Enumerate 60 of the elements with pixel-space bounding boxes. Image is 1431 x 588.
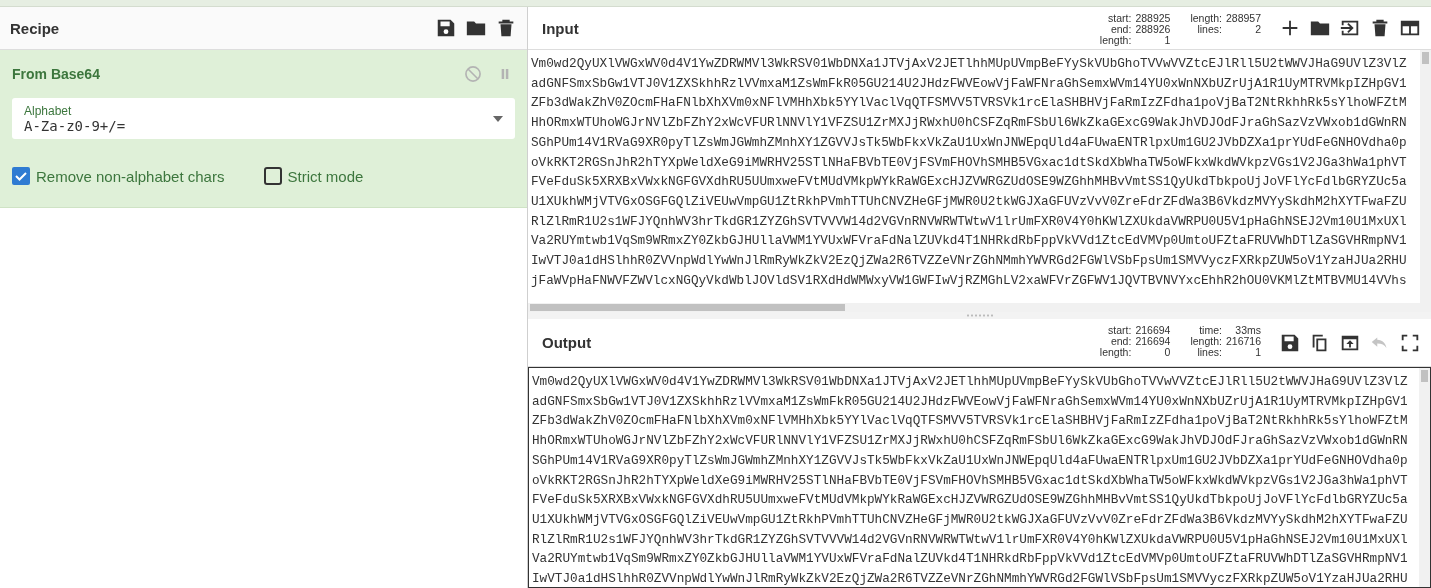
operation-title: From Base64 (12, 66, 100, 82)
stat-value: 33ms (1234, 325, 1261, 336)
text-line: jFaWVpHaFNWVFZWVlcxNGQyVkdWblJOVldSV1RXdHdWMWxyVW1GWFIwVjRZMGhLV2xaWFVrZGFWV1JQVTBVNVYxcEhhR2hOU0VKMlZtMTBVMU14VVhs (531, 271, 1408, 290)
stat-label: length: (1099, 347, 1132, 358)
text-line: HhORmxWTUhoWGJrNVlZbFZhY2xWcVFURlNNVlY1VFZSU1ZrMXJjRWxhU0hCSFZqRmFSbUl6WkZkaGExcG9WakJhVDJOdFJraGhSazVzVWxob1dGWnRN (532, 432, 1409, 451)
caret-icon (493, 116, 503, 122)
text-line: RlZlRmR1U2s1WFJYQnhWV3hrTkdGR1ZYZGhSVTVVVW14d2VGVnRNVWRWTWtwV1lrUmFXR0V4Y0hKWlZXUkdaVWRPU0U5V1pHaGhNSEJ2Vm10U1MxUXl (531, 212, 1408, 231)
save-icon[interactable] (435, 17, 457, 39)
stat-label: lines: (1197, 24, 1222, 35)
scrollbar[interactable] (1419, 368, 1430, 587)
text-line: ZFb3dWakZhV0ZOcmFHaFNlbXhXVm0xNFlVMHhXbk5YYlVaclVqQTFSMVV5TVRSVk1rcElaSHBHVjFaRmIzZFdha1poVjBaT2NtRkhhRk5sYlhoWFZtM (531, 94, 1408, 113)
text-line: oVkRKT2RGSnJhR2hTYXpWeldXeG9iMWRHV25STlNHaFBVbTE0VjFSVmFHOVhSMHB5VGxac1dtSkdXbWhaTW5oWFkxWkdWVkpzVGs1V2JGa3hWa1phVT (532, 471, 1409, 490)
panel-title: Output (542, 334, 592, 351)
text-line: Vm0wd2QyUXlVWGxWV0d4V1YwZDRWMVl3WkRSV01WbDNXa1JTVjAxV2JETlhhMUpUVmpBeFYySkVUbGhoTVVwVVZtcEJlRll5U2tWWVJHaG9UVlZ3VlZ (532, 373, 1409, 391)
text-line: U1XUkhWMjVTVGxOSGFGQlZiVEUwVmpGU1ZtRkhPVmhTTUhCNVZHeGFjMWR0U2tkWGJXaGFUVzVvV0ZreFdrZFdWa3B6VkdzMVYySkdhM2hXYTFwaFZU (532, 510, 1409, 529)
stat-value: 1 (1163, 35, 1171, 46)
checkbox[interactable] (12, 167, 30, 185)
scrollbar[interactable] (1420, 50, 1431, 303)
alphabet-dropdown[interactable]: Alphabet A-Za-z0-9+/= (12, 98, 515, 139)
stat-label: end: (1109, 24, 1132, 35)
text-line: SGhPUm14V1RVaG9XR0pyTlZsWmJGWmhZMnhXY1ZGVVJsTk5WbFkxVkZaU1UxWnJNWEpqUld4aFUwaENTRlpxUm1GU2JVbDZXa1prYUdFeGNHOVdha0p (532, 451, 1409, 470)
text-line: U1XUkhWMjVTVGxOSGFGQlZiVEUwVmpGU1ZtRkhPVmhTTUhCNVZHeGFjMWR0U2tkWGJXaGFUVzVvV0ZreFdrZFdWa3B6VkdzMVYySkdhM2hXYTFwaFZU (531, 192, 1408, 211)
text-line: FVeFduSk5XRXBxVWxkNGFGVXdhRU5UUmxweFVtMUdVMkpWYkRaWGExcHJZVWRGZUdOSE9WZGhhMHBvVmtSS1QyUkdTbkpoUjJoVFlYcFdlbGRYZUc5a (532, 491, 1409, 510)
text-line: IwVTJ0a1dHSlhhR0ZVVnpWdlYwWnJlRmRyWkZkV2EzQjZWa2R6TVZZeVNrZGhNMmhYWVRGd2FGWlVSbFpsUm1SMVVyczFXRkpZUW5oV1YzaHJUa2RHU (532, 570, 1409, 587)
text-line: Va2RUYmtwb1VqSm9WRmxZY0ZkbGJHUllaVWM1YVUxWFVraFdNalZUVkd4T1NHRkdRbFppVkVVd1ZtcEdVMVp0UmtoUFZtaFRUVWhDTlZaSGVHRmpNV1 (531, 232, 1408, 251)
stat-label: start: (1107, 13, 1132, 24)
stat-label: time: (1198, 325, 1222, 336)
checkbox-label: Remove non-alphabet chars (36, 167, 225, 185)
text-line: IwVTJ0a1dHSlhhR0ZVVnpWdlYwWnJlRmRyWkZkV2EzQjZWa2R6TVZZeVNrZGhNMmhYWVRGd2FGWlVSbFpsUm1SMVVyczFXRkpZUW5oV1YzaHJUa2RHU (531, 252, 1408, 271)
checkbox[interactable] (263, 167, 282, 185)
text-line: SGhPUm14V1RVaG9XR0pyTlZsWmJGWmhZMnhXY1ZGVVJsTk5WbFkxVkZaU1UxWnJNWEpqUld4aFUwaENTRlpxUm1GU2JVbDZXa1prYUdFeGNHOVdha0p (531, 133, 1408, 152)
text-line: HhORmxWTUhoWGJrNVlZbFZhY2xWcVFURlNNVlY1VFZSU1ZrMXJjRWxhU0hCSFZqRmFSbUl6WkZkaGExcG9WakJhVDJOdFJraGhSazVzVWxob1dGWnRN (531, 114, 1408, 133)
text-line: FVeFduSk5XRXBxVWxkNGFGVXdhRU5UUmxweFVtMUdVMkpWYkRaWGExcHJZVWRGZUdOSE9WZGhhMHBvVmtSS1QyUkdTbkpoUjJoVFlYcFdlbGRYZUc5a (531, 173, 1408, 192)
panel-title: Input (542, 19, 579, 37)
stat-value: 216694 (1135, 336, 1171, 347)
stat-value: 1 (1254, 347, 1261, 358)
stat-label: length: (1190, 13, 1222, 24)
stat-label: start: (1107, 325, 1132, 336)
checkbox-label: Strict mode (287, 167, 364, 185)
stat-value: 288926 (1135, 24, 1171, 35)
stat-value: 216694 (1135, 325, 1171, 336)
stat-value: 216716 (1225, 336, 1261, 347)
stat-label: end: (1109, 336, 1132, 347)
text-line: Vm0wd2QyUXlVWGxWV0d4V1YwZDRWMVl3WkRSV01WbDNXa1JTVjAxV2JETlhhMUpUVmpBeFYySkVUbGhoTVVwVVZtcEJlRll5U2tWWVJHaG9UVlZ3VlZ (531, 55, 1408, 73)
splitter-handle[interactable] (528, 312, 1431, 319)
text-line: Va2RUYmtwb1VqSm9WRmxZY0ZkbGJHUllaVWM1YVUxWFVraFdNalZUVkd4T1NHRkdRbFppVkVVd1ZtcEdVMVp0UmtoUFZtaFRUVWhDTlZaSGVHRmpNV1 (532, 550, 1409, 569)
text-line: RlZlRmR1U2s1WFJYQnhWV3hrTkdGR1ZYZGhSVTVVVW14d2VGVnRNVWRWTWtwV1lrUmFXR0V4Y0hKWlZXUkdaVWRPU0U5V1pHaGhNSEJ2Vm10U1MxUXl (532, 530, 1409, 549)
panel-title: Recipe (10, 19, 60, 37)
text-line: oVkRKT2RGSnJhR2hTYXpWeldXeG9iMWRHV25STlNHaFBVbTE0VjFSVmFHOVhSMHB5VGxac1dtSkdXbWhaTW5oWFkxWkdWVkpzVGs1V2JGa3hWa1phVT (531, 153, 1408, 172)
stat-value: 2 (1254, 24, 1261, 35)
scrollbar[interactable] (528, 303, 1431, 312)
stat-value: 288957 (1225, 13, 1261, 24)
stat-label: length: (1099, 35, 1132, 46)
stat-label: lines: (1197, 347, 1222, 358)
stat-value: 0 (1163, 347, 1171, 358)
text-line: ZFb3dWakZhV0ZOcmFHaFNlbXhXVm0xNFlVMHhXbk5YYlVaclVqQTFSMVV5TVRSVk1rcElaSHBHVjFaRmIzZFdha1poVjBaT2NtRkhhRk5sYlhoWFZtM (532, 412, 1409, 431)
text-line: adGNFSmxSbGw1VTJ0V1ZXSkhhRzlVVmxaM1ZsWmFkR05GU214U2JHdzFWVEowVjFaWFNraGhSemxWVm14YU0xWnNXbUZrUjA1R1UyMTRVMkpIZHpGV1 (532, 392, 1409, 411)
stat-label: length: (1190, 336, 1222, 347)
text-line: adGNFSmxSbGw1VTJ0V1ZXSkhhRzlVVmxaM1ZsWmFkR05GU214U2JHdzFWVEowVjFaWFNraGhSemxWVm14YU0xWnNXbUZrUjA1R1UyMTRVMkpIZHpGV1 (531, 74, 1408, 93)
stat-value: 288925 (1135, 13, 1171, 24)
